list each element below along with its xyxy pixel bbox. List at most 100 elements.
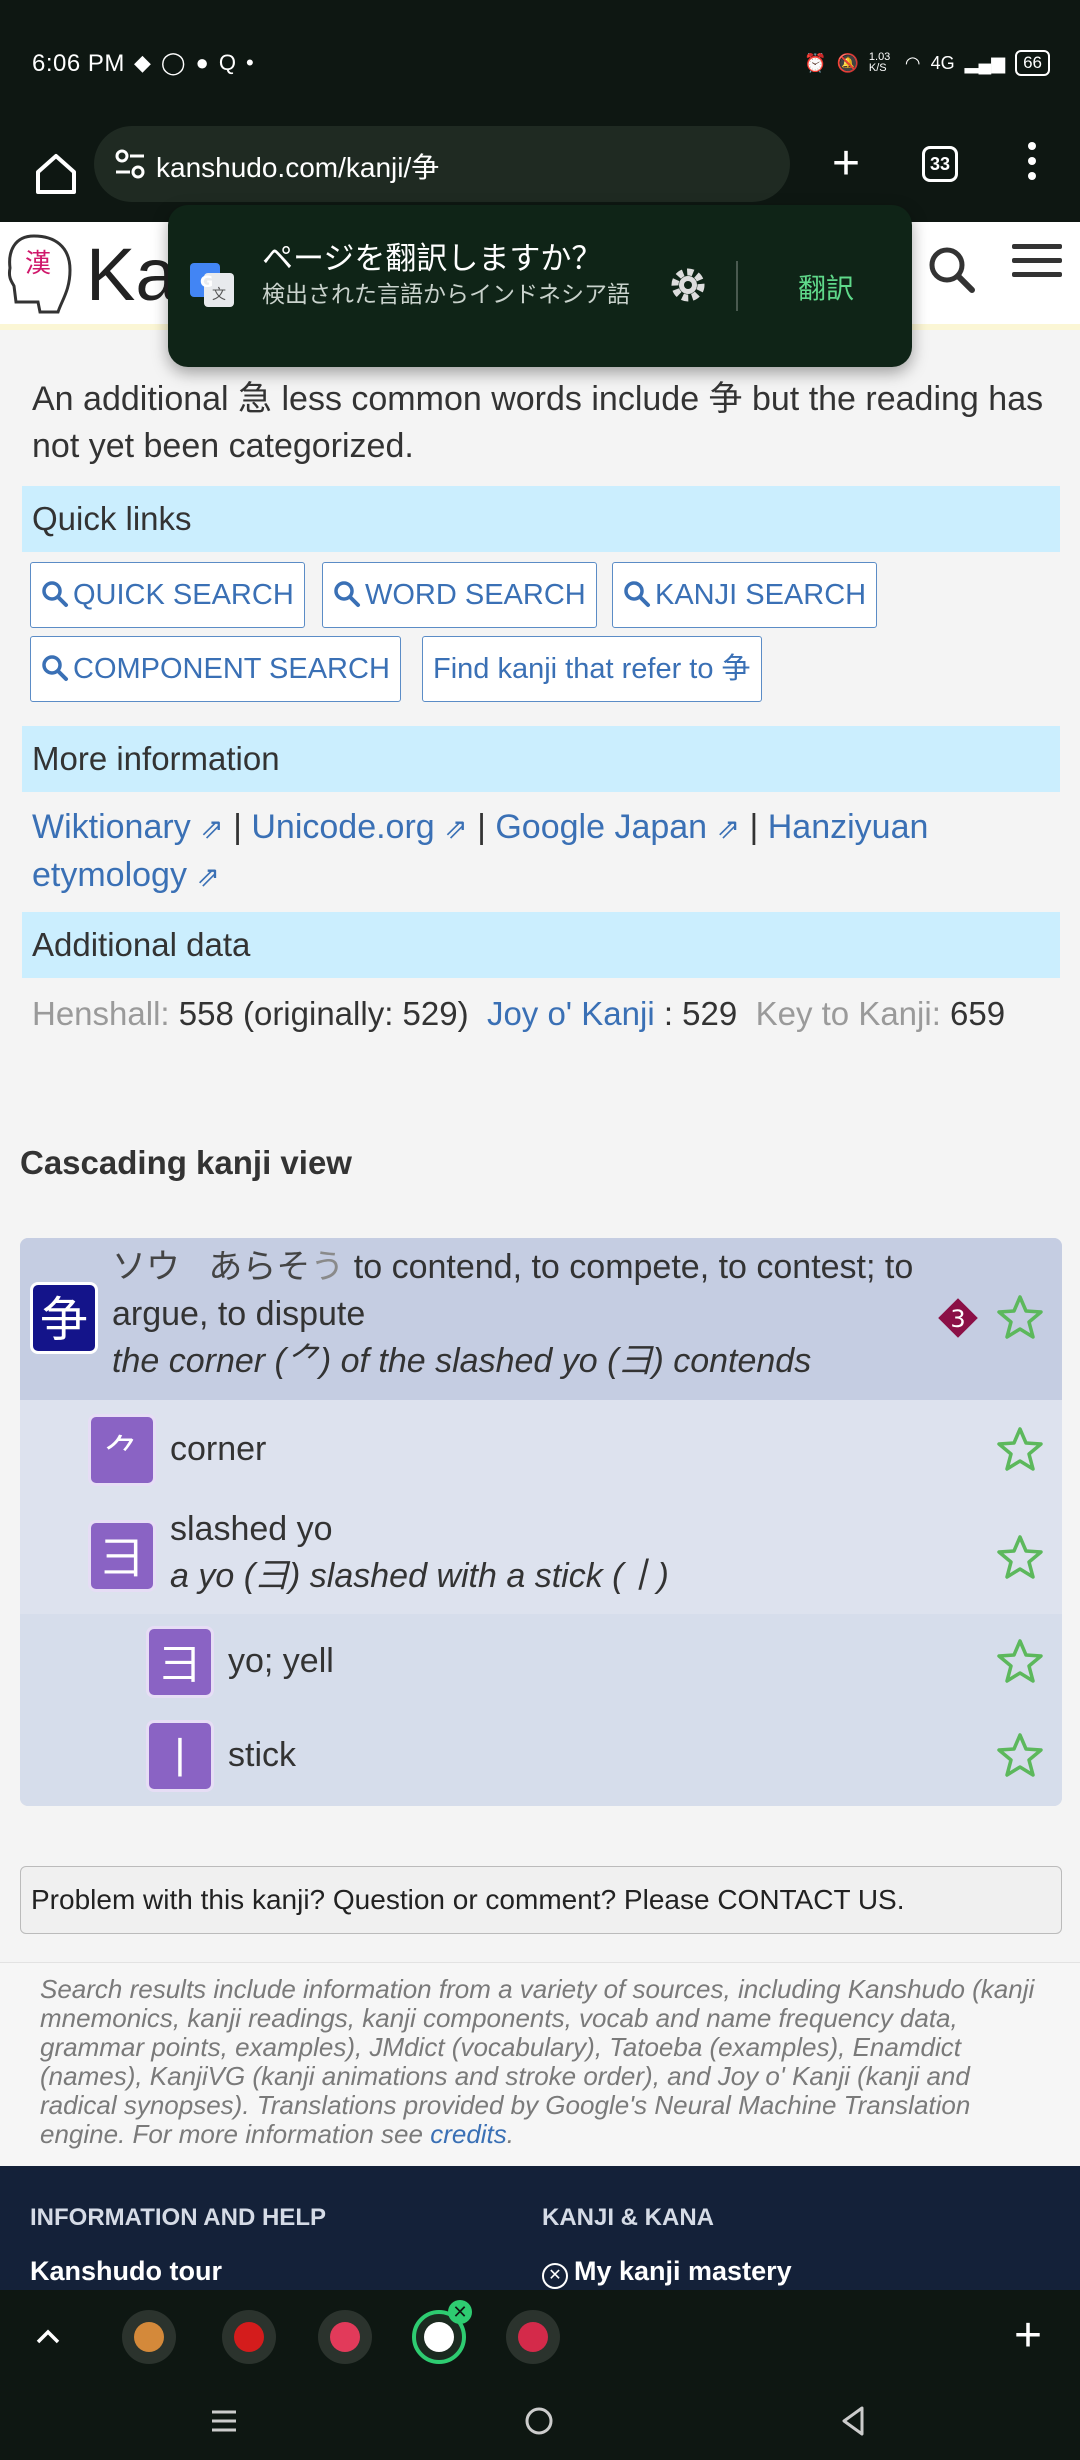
translate-title: ページを翻訳しますか？ bbox=[262, 241, 603, 276]
component-row: ⺈ corner bbox=[20, 1400, 1062, 1500]
component-label: corner bbox=[170, 1430, 267, 1468]
component-kanji-tile[interactable]: 彐 bbox=[146, 1626, 214, 1698]
main-kanji-tile[interactable]: 争 bbox=[30, 1282, 98, 1354]
home-icon[interactable] bbox=[26, 144, 86, 204]
divider bbox=[736, 261, 738, 311]
star-icon[interactable] bbox=[996, 1534, 1044, 1580]
component-kanji-tile[interactable]: ⺈ bbox=[88, 1414, 156, 1486]
translate-subtitle: 検出された言語からインドネシア語 bbox=[262, 281, 630, 307]
wifi-icon: ◠ bbox=[904, 52, 921, 73]
logo-kanji: 漢 bbox=[25, 249, 51, 279]
translate-button[interactable]: 翻訳 bbox=[798, 267, 854, 307]
tab-strip: ✕ + bbox=[0, 2290, 1080, 2382]
main-mnemonic: the corner (⺈) of the slashed yo (⺕) con… bbox=[112, 1342, 812, 1380]
search-icon bbox=[334, 581, 360, 607]
search-icon bbox=[42, 581, 68, 607]
add-tab-button[interactable]: + bbox=[1014, 2308, 1042, 2364]
wiktionary-link[interactable]: Wiktionary bbox=[32, 808, 191, 846]
site-footer: INFORMATION AND HELP KANJI & KANA Kanshu… bbox=[0, 2166, 1080, 2290]
browser-menu-icon[interactable] bbox=[1020, 138, 1044, 190]
search-icon[interactable] bbox=[926, 244, 978, 296]
url-text[interactable]: kanshudo.com/kanji/争 bbox=[156, 146, 439, 186]
word-search-button[interactable]: WORD SEARCH bbox=[322, 562, 597, 628]
game-icon: ◆ bbox=[134, 50, 161, 75]
recents-icon[interactable] bbox=[208, 2406, 240, 2436]
component-label: yo; yell bbox=[228, 1642, 334, 1680]
credits-text: Search results include information from … bbox=[40, 1975, 1050, 2149]
key-to-kanji-value: 659 bbox=[950, 995, 1006, 1032]
back-icon[interactable] bbox=[838, 2404, 868, 2438]
search-icon bbox=[42, 655, 68, 681]
word-search-label: WORD SEARCH bbox=[365, 579, 586, 611]
component-row: ⺕ slashed yo a yo (彐) slashed with a sti… bbox=[20, 1500, 1062, 1614]
additional-data-text: Henshall: 558 (originally: 529) Joy o' K… bbox=[32, 990, 1052, 1037]
cascade-main-row: 争 ソウ あらそう to contend, to compete, to con… bbox=[20, 1238, 1062, 1400]
credits-section: Search results include information from … bbox=[0, 1962, 1080, 2166]
component-search-button[interactable]: COMPONENT SEARCH bbox=[30, 636, 401, 702]
quick-search-label: QUICK SEARCH bbox=[73, 579, 294, 611]
unicode-link[interactable]: Unicode.org bbox=[251, 808, 434, 846]
joy-value: : 529 bbox=[663, 995, 738, 1032]
home-nav-icon[interactable] bbox=[522, 2404, 556, 2438]
notification-icons: ◆◯●Q• bbox=[134, 50, 264, 76]
component-label: slashed yo bbox=[170, 1510, 333, 1548]
star-icon[interactable] bbox=[996, 1638, 1044, 1684]
site-settings-icon[interactable] bbox=[110, 144, 150, 184]
component-kanji-tile[interactable]: ⺕ bbox=[88, 1520, 156, 1592]
new-tab-button[interactable]: + bbox=[818, 136, 874, 192]
mute-icon: 🔕 bbox=[836, 52, 859, 73]
hamburger-menu-icon[interactable] bbox=[1012, 244, 1062, 284]
status-time: 6:06 PM bbox=[32, 50, 125, 77]
kanshudo-tour-link[interactable]: Kanshudo tour bbox=[30, 2256, 222, 2287]
more-info-links: Wiktionary ⇗ | Unicode.org ⇗ | Google Ja… bbox=[32, 804, 1052, 900]
alarm-icon: ⏰ bbox=[804, 52, 827, 73]
mastery-icon: ✕ bbox=[542, 2263, 568, 2289]
system-navbar bbox=[0, 2382, 1080, 2460]
logo-icon[interactable]: 漢 bbox=[4, 230, 76, 318]
tab-thumb[interactable] bbox=[318, 2310, 372, 2364]
component-kanji-tile[interactable]: 丨 bbox=[146, 1720, 214, 1792]
logo-text[interactable]: Ka bbox=[86, 232, 177, 317]
kanji-search-button[interactable]: KANJI SEARCH bbox=[612, 562, 878, 628]
signal-icon: ▂▄▆ bbox=[964, 52, 1006, 73]
close-icon[interactable]: ✕ bbox=[448, 2300, 472, 2324]
additional-data-header: Additional data bbox=[22, 912, 1060, 978]
separator: | bbox=[467, 808, 496, 846]
dot-icon: • bbox=[245, 50, 264, 75]
star-icon[interactable] bbox=[996, 1426, 1044, 1472]
tab-thumb[interactable] bbox=[506, 2310, 560, 2364]
q-icon: Q bbox=[218, 50, 246, 75]
net-speed: 1.03 K/S bbox=[868, 51, 891, 74]
chevron-up-icon[interactable] bbox=[32, 2320, 64, 2352]
find-kanji-refer-button[interactable]: Find kanji that refer to 争 bbox=[422, 636, 762, 702]
joy-o-kanji-link[interactable]: Joy o' Kanji bbox=[487, 995, 655, 1032]
translate-popup: G 文 ページを翻訳しますか？ 検出された言語からインドネシア語 翻訳 bbox=[168, 205, 912, 367]
credits-link[interactable]: credits bbox=[430, 2119, 507, 2149]
url-bar[interactable]: kanshudo.com/kanji/争 bbox=[94, 126, 790, 202]
reading-okurigana: う bbox=[310, 1248, 345, 1286]
star-icon[interactable] bbox=[996, 1294, 1044, 1340]
separator: | bbox=[223, 808, 252, 846]
cascade-title: Cascading kanji view bbox=[20, 1144, 352, 1181]
reading-kun: あらそ bbox=[208, 1248, 311, 1286]
google-japan-link[interactable]: Google Japan bbox=[495, 808, 707, 846]
contact-box[interactable]: Problem with this kanji? Question or com… bbox=[20, 1866, 1062, 1934]
tab-switcher-button[interactable]: 33 bbox=[922, 146, 958, 182]
chat-icon: ● bbox=[195, 50, 219, 75]
main-kanji-info: ソウ あらそう to contend, to compete, to conte… bbox=[112, 1244, 952, 1385]
component-label: stick bbox=[228, 1736, 296, 1774]
intro-text: An additional 急 less common words includ… bbox=[32, 380, 1044, 465]
whatsapp-icon: ◯ bbox=[160, 50, 196, 75]
external-link-icon: ⇗ bbox=[444, 813, 468, 844]
gear-icon[interactable] bbox=[666, 263, 710, 307]
status-right: ⏰ 🔕 1.03 K/S ◠ 4G ▂▄▆ 66 bbox=[804, 50, 1050, 76]
tab-thumb[interactable] bbox=[222, 2310, 276, 2364]
footer-heading-info: INFORMATION AND HELP bbox=[30, 2204, 326, 2231]
quick-search-button[interactable]: QUICK SEARCH bbox=[30, 562, 305, 628]
tab-thumb[interactable] bbox=[122, 2310, 176, 2364]
external-link-icon: ⇗ bbox=[200, 813, 224, 844]
my-kanji-mastery-link[interactable]: ✕ My kanji mastery bbox=[542, 2256, 792, 2289]
component-search-label: COMPONENT SEARCH bbox=[73, 653, 390, 685]
status-bar: 6:06 PM ◆◯●Q• ⏰ 🔕 1.03 K/S ◠ 4G ▂▄▆ 66 bbox=[0, 0, 1080, 126]
star-icon[interactable] bbox=[996, 1732, 1044, 1778]
